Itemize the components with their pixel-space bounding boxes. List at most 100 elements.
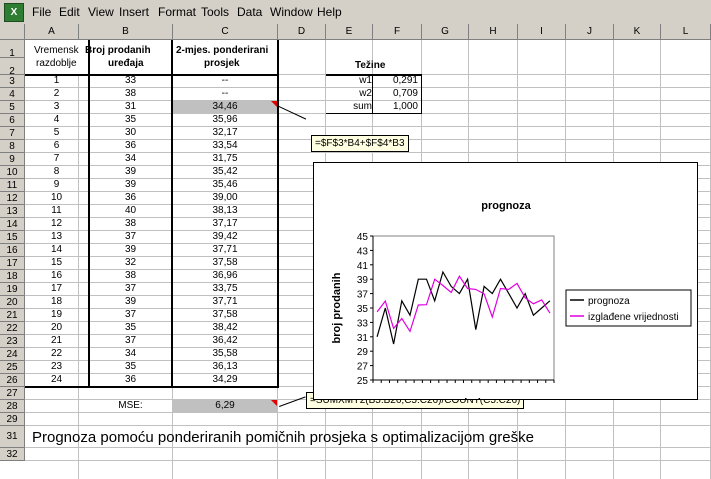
column-header-k[interactable]: K <box>614 24 661 40</box>
row-header-4[interactable]: 4 <box>0 88 25 101</box>
cell-weighted-avg[interactable]: 35,96 <box>173 114 277 125</box>
cell-weighted-avg[interactable]: 37,17 <box>173 218 277 229</box>
row-header-3[interactable]: 3 <box>0 75 25 88</box>
row-header-7[interactable]: 7 <box>0 127 25 140</box>
row-header-13[interactable]: 13 <box>0 205 25 218</box>
menu-view[interactable]: View <box>88 5 114 19</box>
column-header-a[interactable]: A <box>25 24 79 40</box>
cell-weighted-avg[interactable]: 34,29 <box>173 374 277 385</box>
cell-weighted-avg[interactable]: 39,42 <box>173 231 277 242</box>
cell-units-sold[interactable]: 34 <box>90 348 171 359</box>
row-header-32[interactable]: 32 <box>0 448 25 461</box>
menu-edit[interactable]: Edit <box>59 5 80 19</box>
cell-units-sold[interactable]: 39 <box>90 244 171 255</box>
cell-weighted-avg[interactable]: -- <box>173 75 277 86</box>
cell-period[interactable]: 16 <box>25 270 88 281</box>
cell-units-sold[interactable]: 39 <box>90 179 171 190</box>
cell-weighted-avg[interactable]: 35,42 <box>173 166 277 177</box>
mse-value[interactable]: 6,29 <box>173 400 277 411</box>
row-header-5[interactable]: 5 <box>0 101 25 114</box>
row-header-23[interactable]: 23 <box>0 335 25 348</box>
cell-units-sold[interactable]: 37 <box>90 335 171 346</box>
cell-period[interactable]: 4 <box>25 114 88 125</box>
cell-units-sold[interactable]: 36 <box>90 192 171 203</box>
row-header-17[interactable]: 17 <box>0 257 25 270</box>
row-header-22[interactable]: 22 <box>0 322 25 335</box>
cell-period[interactable]: 10 <box>25 192 88 203</box>
column-header-i[interactable]: I <box>518 24 566 40</box>
column-header-d[interactable]: D <box>278 24 326 40</box>
row-header-14[interactable]: 14 <box>0 218 25 231</box>
cell-weighted-avg[interactable]: 38,13 <box>173 205 277 216</box>
cell-units-sold[interactable]: 32 <box>90 257 171 268</box>
weight-value-w2[interactable]: 0,709 <box>373 88 418 99</box>
cell-period[interactable]: 22 <box>25 348 88 359</box>
spreadsheet-grid[interactable]: A B C D E F G H I J K L 1 2 3 4 5 6 7 8 9 10 11 12 13 14 15 16 17 18 1… <box>0 24 711 479</box>
column-header-b[interactable]: B <box>79 24 173 40</box>
cell-units-sold[interactable]: 30 <box>90 127 171 138</box>
row-header-9[interactable]: 9 <box>0 153 25 166</box>
cell-weighted-avg[interactable]: 33,54 <box>173 140 277 151</box>
excel-app-icon[interactable]: X <box>4 3 24 22</box>
menu-data[interactable]: Data <box>237 5 262 19</box>
cell-weighted-avg[interactable]: 35,46 <box>173 179 277 190</box>
cell-units-sold[interactable]: 38 <box>90 88 171 99</box>
cell-weighted-avg[interactable]: 36,13 <box>173 361 277 372</box>
cell-units-sold[interactable]: 34 <box>90 153 171 164</box>
cell-period[interactable]: 11 <box>25 205 88 216</box>
cell-units-sold[interactable]: 39 <box>90 166 171 177</box>
cell-units-sold[interactable]: 35 <box>90 361 171 372</box>
column-header-e[interactable]: E <box>326 24 373 40</box>
cell-period[interactable]: 2 <box>25 88 88 99</box>
cell-weighted-avg[interactable]: 37,58 <box>173 257 277 268</box>
column-header-f[interactable]: F <box>373 24 422 40</box>
column-header-h[interactable]: H <box>469 24 518 40</box>
cell-units-sold[interactable]: 37 <box>90 283 171 294</box>
row-header-28[interactable]: 28 <box>0 400 25 413</box>
cell-period[interactable]: 24 <box>25 374 88 385</box>
cell-weighted-avg[interactable]: 33,75 <box>173 283 277 294</box>
weight-value-sum[interactable]: 1,000 <box>373 101 418 112</box>
cell-weighted-avg[interactable]: 37,71 <box>173 296 277 307</box>
cell-units-sold[interactable]: 40 <box>90 205 171 216</box>
cell-period[interactable]: 19 <box>25 309 88 320</box>
row-header-6[interactable]: 6 <box>0 114 25 127</box>
cell-weighted-avg[interactable]: 38,42 <box>173 322 277 333</box>
row-header-12[interactable]: 12 <box>0 192 25 205</box>
forecast-chart[interactable]: prognoza 45 43 41 39 37 35 33 31 29 27 25 period broj… <box>313 162 698 409</box>
row-header-31[interactable]: 31 <box>0 426 25 448</box>
cell-units-sold[interactable]: 35 <box>90 322 171 333</box>
cell-units-sold[interactable]: 36 <box>90 140 171 151</box>
cell-weighted-avg[interactable]: 39,00 <box>173 192 277 203</box>
cell-period[interactable]: 15 <box>25 257 88 268</box>
cell-weighted-avg[interactable]: 37,58 <box>173 309 277 320</box>
cell-units-sold[interactable]: 36 <box>90 374 171 385</box>
row-header-26[interactable]: 26 <box>0 374 25 387</box>
cell-period[interactable]: 13 <box>25 231 88 242</box>
row-header-11[interactable]: 11 <box>0 179 25 192</box>
menu-file[interactable]: File <box>32 5 51 19</box>
row-header-10[interactable]: 10 <box>0 166 25 179</box>
cell-units-sold[interactable]: 37 <box>90 231 171 242</box>
row-header-25[interactable]: 25 <box>0 361 25 374</box>
cell-period[interactable]: 23 <box>25 361 88 372</box>
cell-period[interactable]: 14 <box>25 244 88 255</box>
cell-period[interactable]: 3 <box>25 101 88 112</box>
row-header-20[interactable]: 20 <box>0 296 25 309</box>
row-header-1[interactable]: 1 <box>0 40 25 59</box>
menu-insert[interactable]: Insert <box>119 5 149 19</box>
cell-weighted-avg[interactable]: 31,75 <box>173 153 277 164</box>
row-header-21[interactable]: 21 <box>0 309 25 322</box>
column-header-j[interactable]: J <box>566 24 614 40</box>
cell-weighted-avg[interactable]: 35,58 <box>173 348 277 359</box>
cell-period[interactable]: 20 <box>25 322 88 333</box>
cell-units-sold[interactable]: 37 <box>90 309 171 320</box>
cell-weighted-avg[interactable]: 37,71 <box>173 244 277 255</box>
cell-weighted-avg[interactable]: 32,17 <box>173 127 277 138</box>
cell-weighted-avg[interactable]: 34,46 <box>173 101 277 112</box>
row-header-15[interactable]: 15 <box>0 231 25 244</box>
row-header-24[interactable]: 24 <box>0 348 25 361</box>
cell-period[interactable]: 7 <box>25 153 88 164</box>
menu-format[interactable]: Format <box>158 5 196 19</box>
cell-period[interactable]: 21 <box>25 335 88 346</box>
